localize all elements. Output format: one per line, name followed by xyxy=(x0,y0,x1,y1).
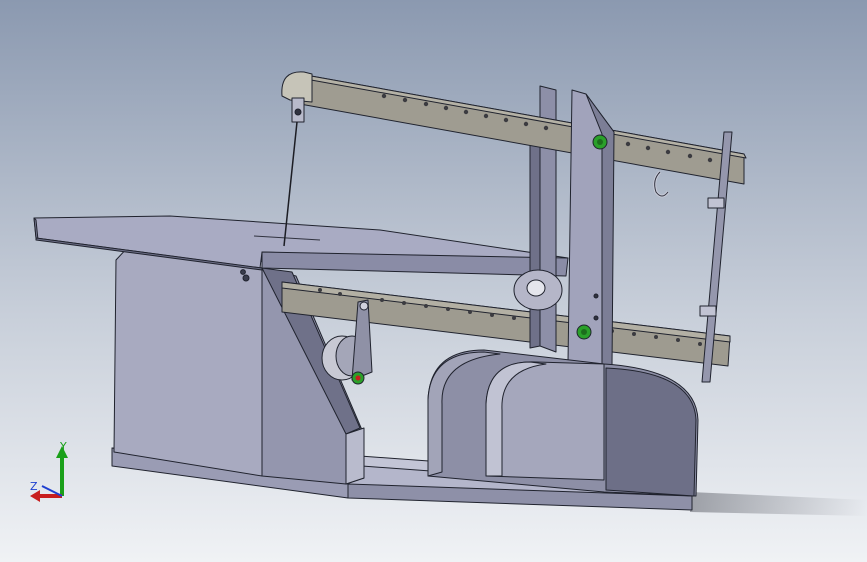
motor-housing-front[interactable] xyxy=(485,361,605,481)
coordinate-triad: Y Z xyxy=(30,440,68,502)
z-axis-label: Z xyxy=(30,480,38,493)
model-scene[interactable] xyxy=(0,0,867,562)
front-column[interactable] xyxy=(567,89,615,369)
y-axis-label: Y xyxy=(59,440,67,453)
cad-viewport[interactable]: Y Z xyxy=(0,0,867,562)
column-pulley[interactable] xyxy=(513,269,563,311)
